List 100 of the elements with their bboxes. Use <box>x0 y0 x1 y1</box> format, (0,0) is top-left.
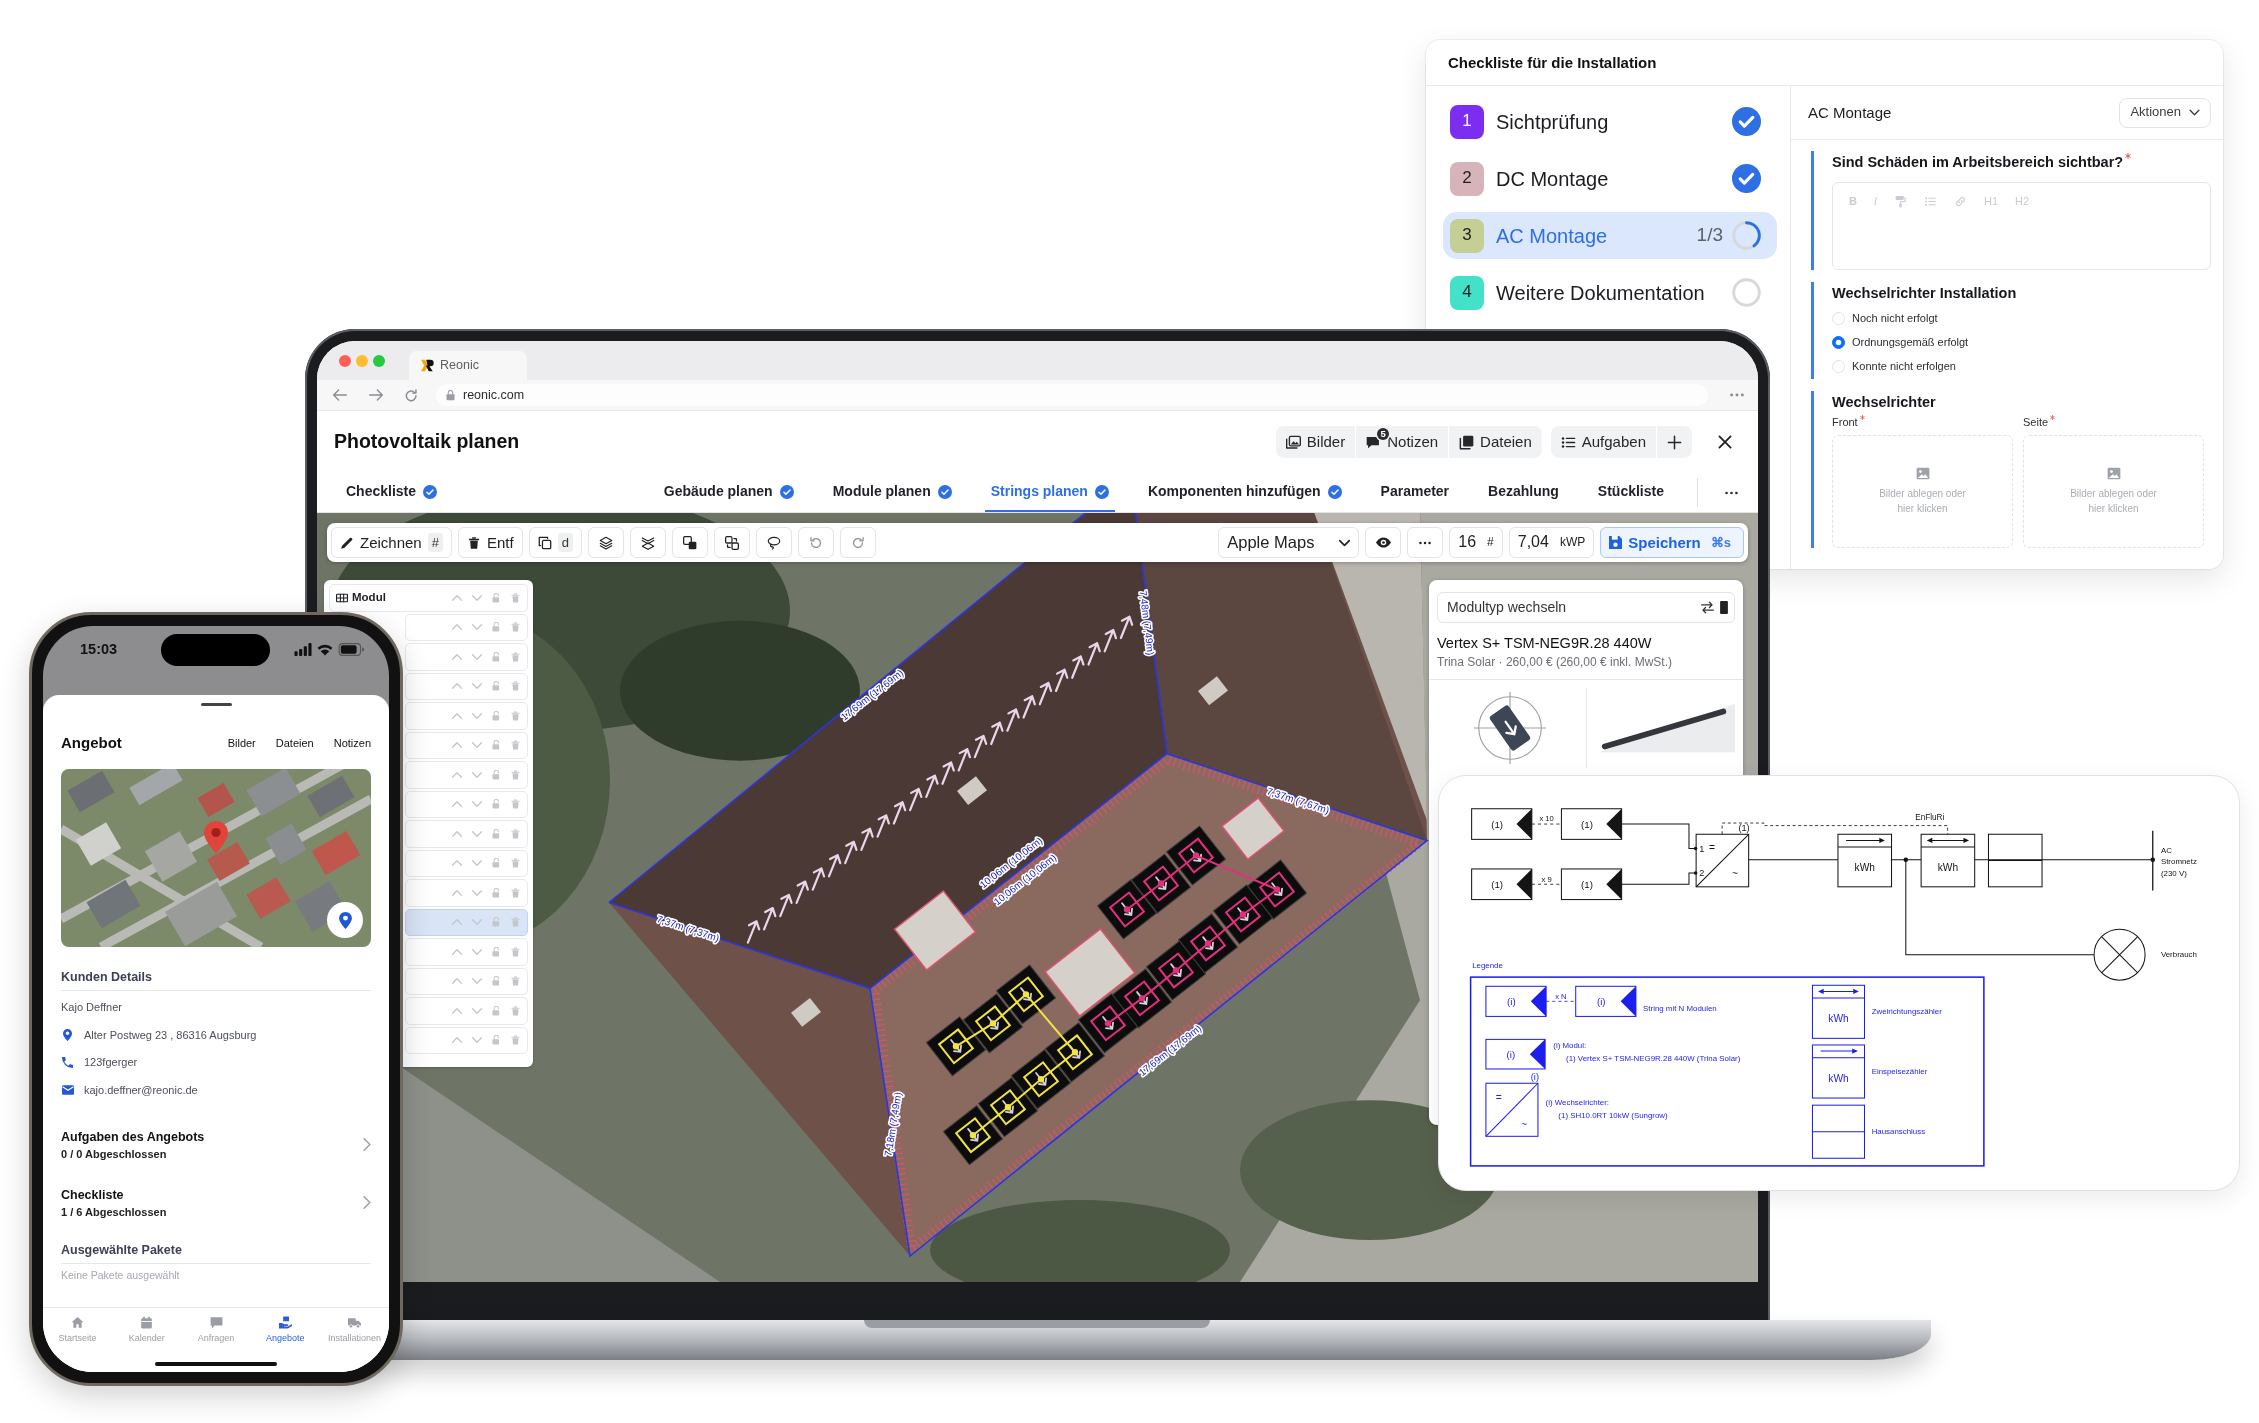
unlock-icon[interactable] <box>492 710 501 721</box>
trash-icon[interactable] <box>511 1005 520 1016</box>
maximize-dot-icon[interactable] <box>373 354 385 367</box>
chevron-down-icon[interactable] <box>472 978 482 985</box>
trash-icon[interactable] <box>511 710 520 721</box>
chevron-down-icon[interactable] <box>472 742 482 749</box>
chevron-down-icon[interactable] <box>472 771 482 778</box>
trash-icon[interactable] <box>511 917 520 928</box>
header-link[interactable]: Notizen <box>333 735 371 751</box>
chevron-up-icon[interactable] <box>452 1037 462 1044</box>
chevron-up-icon[interactable] <box>452 742 462 749</box>
chevron-down-icon[interactable] <box>472 653 482 660</box>
tab[interactable]: Bezahlung <box>1482 473 1565 512</box>
module-row[interactable]: Modul <box>329 584 528 612</box>
copy-button[interactable]: d <box>528 527 582 558</box>
unlock-icon[interactable] <box>492 828 501 839</box>
module-row[interactable] <box>405 1026 528 1054</box>
module-row[interactable] <box>405 702 528 730</box>
orientation-compass-icon[interactable] <box>1474 691 1546 764</box>
module-row[interactable] <box>405 879 528 907</box>
trash-icon[interactable] <box>511 858 520 869</box>
unlock-icon[interactable] <box>492 651 501 662</box>
trash-icon[interactable] <box>511 828 520 839</box>
trash-icon[interactable] <box>511 740 520 751</box>
module-row[interactable] <box>405 849 528 877</box>
unlock-icon[interactable] <box>492 1005 501 1016</box>
module-row[interactable] <box>405 643 528 671</box>
browser-tab[interactable]: Reonic <box>409 351 527 380</box>
chevron-up-icon[interactable] <box>452 830 462 837</box>
close-button[interactable] <box>1718 435 1732 449</box>
send-backward-button[interactable] <box>629 527 666 558</box>
chevron-up-icon[interactable] <box>452 978 462 985</box>
bring-forward-button[interactable] <box>587 527 624 558</box>
header-link[interactable]: Bilder <box>227 735 256 751</box>
chevron-down-icon[interactable] <box>472 594 482 601</box>
chevron-up-icon[interactable] <box>452 889 462 896</box>
chevron-up-icon[interactable] <box>452 712 462 719</box>
chevron-up-icon[interactable] <box>452 919 462 926</box>
checklist-step[interactable]: 4 Weitere Dokumentation <box>1443 269 1777 316</box>
save-button[interactable]: Speichern ⌘s <box>1600 527 1744 558</box>
module-type-select[interactable]: Modultyp wechseln <box>1437 592 1735 623</box>
chevron-down-icon[interactable] <box>472 624 482 631</box>
module-row[interactable] <box>405 761 528 789</box>
module-row[interactable] <box>405 967 528 995</box>
more-button[interactable] <box>1407 527 1444 558</box>
chevron-down-icon[interactable] <box>472 860 482 867</box>
tab[interactable]: Parameter <box>1374 473 1456 512</box>
chevron-down-icon[interactable] <box>472 712 482 719</box>
ungroup-button[interactable] <box>713 527 750 558</box>
checklist-step[interactable]: 1 Sichtprüfung <box>1443 98 1777 145</box>
chevron-down-icon[interactable] <box>472 830 482 837</box>
unlock-icon[interactable] <box>492 592 501 603</box>
actions-button[interactable]: Aktionen <box>2119 97 2211 128</box>
trash-icon[interactable] <box>511 769 520 780</box>
unlock-icon[interactable] <box>492 858 501 869</box>
unlock-icon[interactable] <box>492 769 501 780</box>
module-row[interactable] <box>405 820 528 848</box>
chevron-up-icon[interactable] <box>452 1007 462 1014</box>
chevron-up-icon[interactable] <box>452 948 462 955</box>
checklist-step[interactable]: 3 AC Montage 1/3 <box>1443 212 1777 259</box>
module-row[interactable] <box>405 997 528 1025</box>
trash-icon[interactable] <box>511 622 520 633</box>
tilt-angle-icon[interactable] <box>1599 702 1735 753</box>
chevron-down-icon[interactable] <box>472 948 482 955</box>
tab[interactable]: Komponenten hinzufügen <box>1141 473 1348 512</box>
chevron-down-icon[interactable] <box>472 683 482 690</box>
chevron-right-icon[interactable] <box>363 1196 371 1209</box>
chevron-up-icon[interactable] <box>452 801 462 808</box>
trash-icon[interactable] <box>511 651 520 662</box>
chevron-up-icon[interactable] <box>452 653 462 660</box>
redo-button[interactable] <box>839 527 876 558</box>
minimize-dot-icon[interactable] <box>356 354 368 367</box>
group-button[interactable] <box>671 527 708 558</box>
unlock-icon[interactable] <box>492 887 501 898</box>
address-field[interactable]: reonic.com <box>436 384 1708 406</box>
unlock-icon[interactable] <box>492 1035 501 1046</box>
chevron-down-icon[interactable] <box>472 919 482 926</box>
unlock-icon[interactable] <box>492 976 501 987</box>
trash-icon[interactable] <box>511 887 520 898</box>
module-row[interactable] <box>405 731 528 759</box>
unlock-icon[interactable] <box>492 740 501 751</box>
delete-button[interactable]: Entf <box>457 527 523 558</box>
trash-icon[interactable] <box>511 976 520 987</box>
draw-button[interactable]: Zeichnen # <box>331 527 452 558</box>
tab[interactable]: Stückliste <box>1591 473 1670 512</box>
chevron-up-icon[interactable] <box>452 683 462 690</box>
chevron-up-icon[interactable] <box>452 860 462 867</box>
module-row[interactable] <box>405 938 528 966</box>
map-source-select[interactable]: Apple Maps <box>1218 527 1360 558</box>
lasso-button[interactable] <box>755 527 792 558</box>
module-row[interactable] <box>405 672 528 700</box>
trash-icon[interactable] <box>511 799 520 810</box>
chevron-down-icon[interactable] <box>472 801 482 808</box>
files-button[interactable]: Dateien <box>1449 426 1542 458</box>
chevron-up-icon[interactable] <box>452 771 462 778</box>
tab-bar-item[interactable]: Angebote <box>250 1308 320 1372</box>
more-icon[interactable] <box>1725 490 1738 495</box>
unlock-icon[interactable] <box>492 799 501 810</box>
header-link[interactable]: Dateien <box>275 735 314 751</box>
module-row[interactable] <box>405 908 528 936</box>
